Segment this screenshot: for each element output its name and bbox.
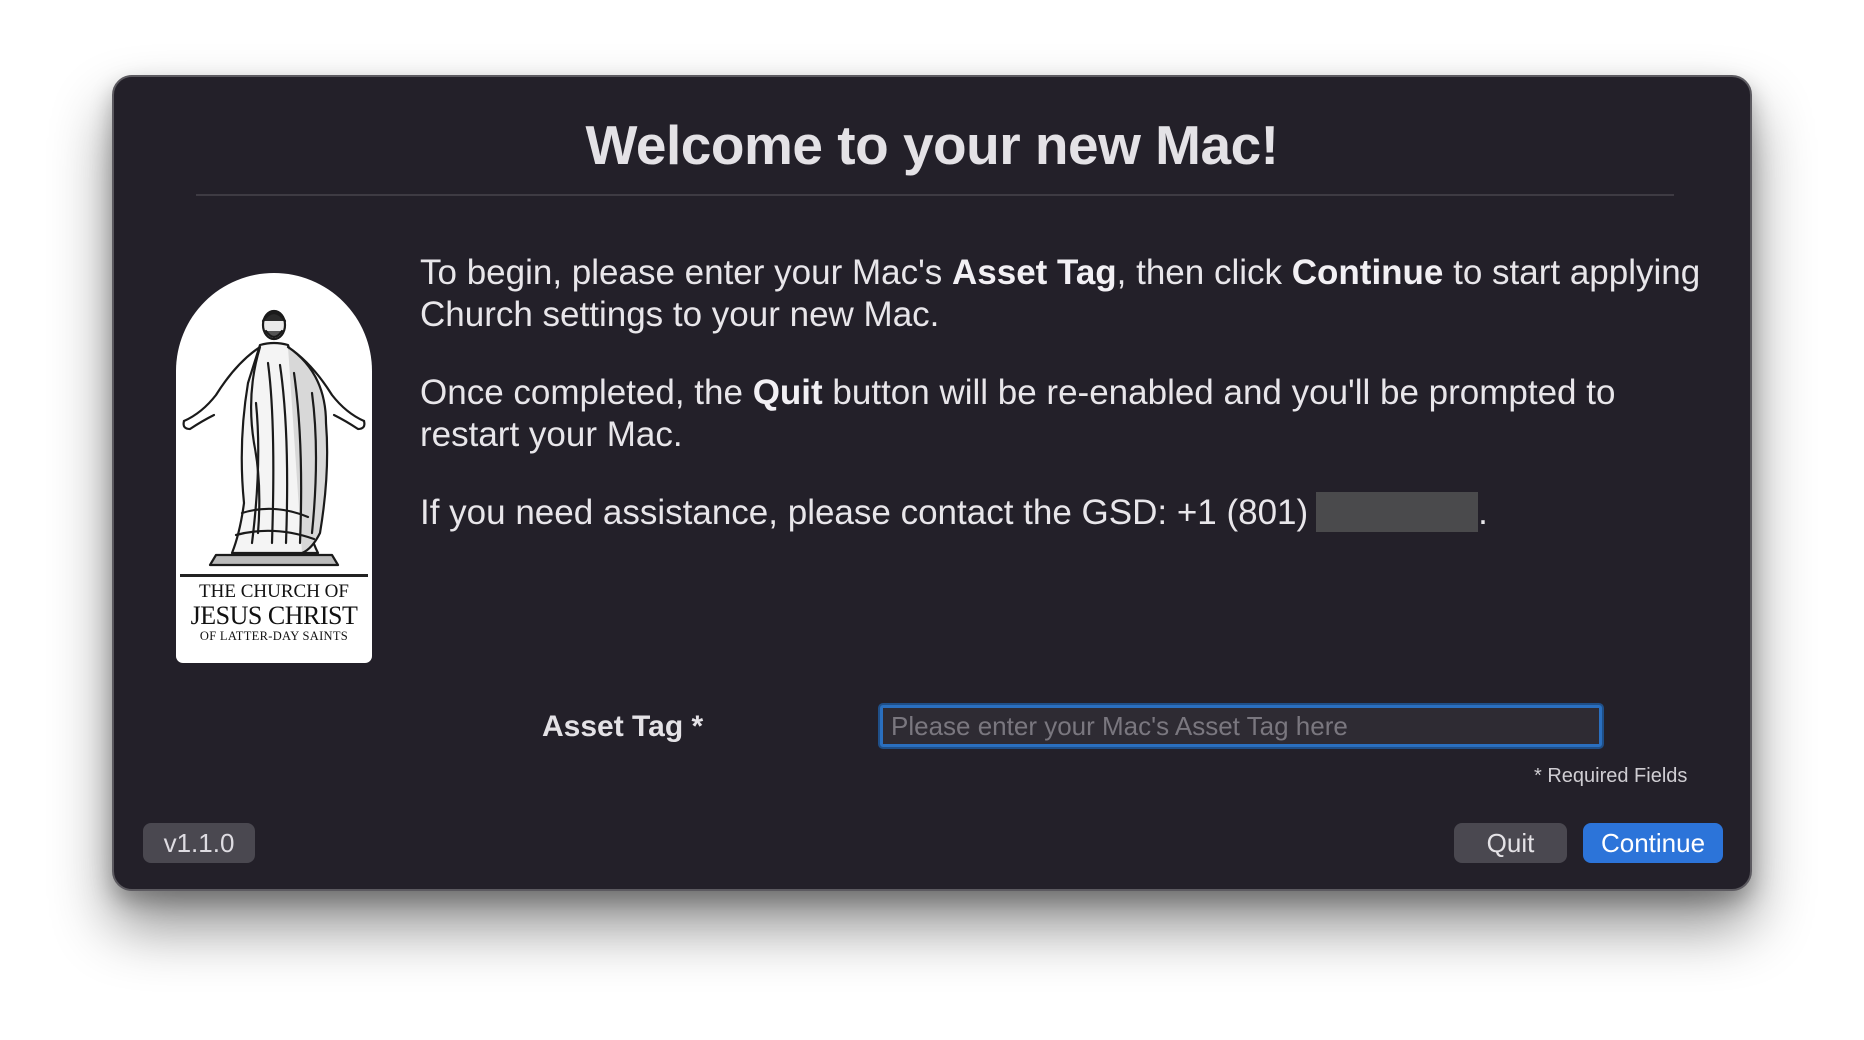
logo-line-3: OF LATTER-DAY SAINTS [199,629,349,643]
instruction-emphasis: Continue [1291,253,1444,292]
christus-statue-icon [182,309,366,567]
instruction-emphasis: Quit [752,373,823,412]
logo-line-1: THE CHURCH OF [199,581,349,602]
version-button[interactable]: v1.1.0 [143,823,255,863]
redacted-phone-number [1316,492,1479,532]
title-divider [196,194,1674,196]
instruction-paragraph-2: Once completed, the Quit button will be … [420,372,1710,456]
quit-button[interactable]: Quit [1454,823,1567,863]
logo-line-2: JESUS CHRIST [190,601,358,630]
support-contact-period: . [1478,493,1488,532]
continue-button[interactable]: Continue [1583,823,1723,863]
instruction-emphasis: Asset Tag [951,253,1117,292]
logo-divider [180,574,368,577]
instruction-text: Once completed, the [420,373,753,412]
support-contact-text: If you need assistance, please contact t… [420,493,1309,532]
church-logo: THE CHURCH OF JESUS CHRIST OF LATTER-DAY… [176,273,372,663]
asset-tag-label: Asset Tag * [542,710,704,743]
instruction-text: To begin, please enter your Mac's [420,253,952,292]
instruction-text: , then click [1116,253,1292,292]
dialog-title: Welcome to your new Mac! [585,114,1279,176]
required-fields-note: * Required Fields [1534,765,1688,787]
instruction-paragraph-3: If you need assistance, please contact t… [420,492,1710,534]
instruction-paragraph-1: To begin, please enter your Mac's Asset … [420,252,1710,336]
asset-tag-input[interactable] [880,705,1602,747]
welcome-dialog: Welcome to your new Mac! THE CHURCH OF J… [112,75,1752,891]
